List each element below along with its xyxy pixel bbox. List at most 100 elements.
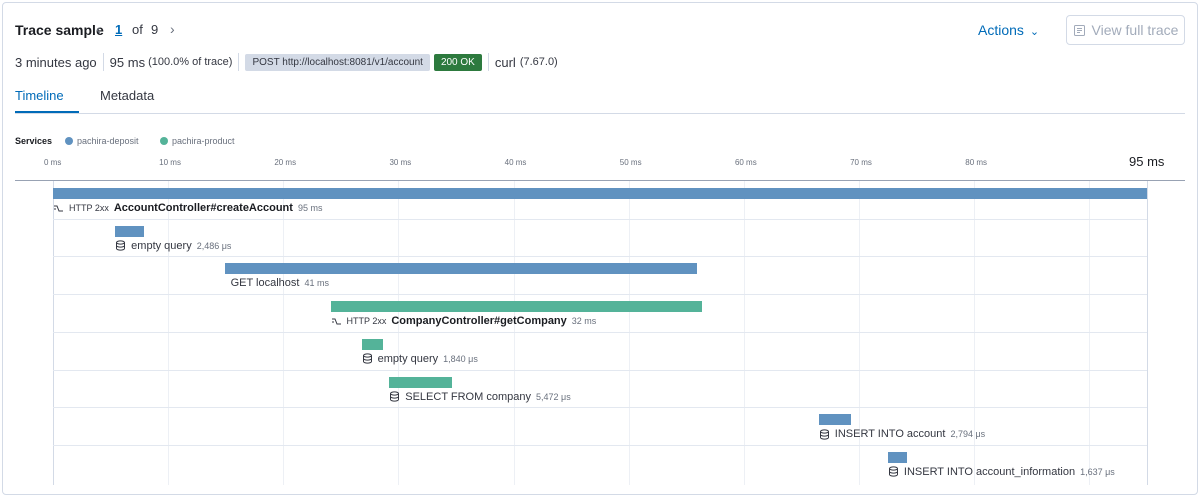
divider: [102, 53, 104, 71]
database-icon: [115, 240, 126, 251]
row-divider: [53, 294, 1147, 296]
trace-duration: 95 ms: [109, 54, 146, 70]
span-name: empty query: [377, 352, 439, 365]
span-label[interactable]: GET localhost 41 ms: [231, 277, 329, 289]
tabs-divider: [15, 113, 1185, 114]
row-divider: [53, 407, 1147, 409]
gridline: [743, 181, 745, 485]
transaction-icon: [331, 316, 342, 327]
http-status-label: HTTP 2xx: [346, 316, 387, 327]
axis-tick-label: 20 ms: [274, 158, 297, 167]
span-bar[interactable]: [224, 263, 697, 275]
span-duration: 5,472 μs: [535, 391, 571, 402]
status-badge: 200 OK: [433, 53, 482, 71]
database-icon: [819, 429, 830, 440]
service-color-dot: [160, 137, 168, 145]
trace-duration-pct: (100.0% of trace): [148, 56, 233, 68]
span-name: AccountController#createAccount: [113, 202, 293, 214]
gridline: [628, 181, 630, 485]
span-bar[interactable]: [53, 188, 1147, 199]
span-bar[interactable]: [389, 376, 453, 388]
row-divider: [53, 218, 1147, 220]
http-status-label: HTTP 2xx: [69, 203, 109, 213]
pager-current[interactable]: 1: [115, 22, 122, 37]
span-name: SELECT FROM company: [405, 390, 531, 403]
row-divider: [53, 331, 1147, 333]
axis-tick-label: 70 ms: [850, 158, 872, 167]
legend-item-pachira-deposit: pachira-deposit: [65, 136, 139, 146]
legend-service-name: pachira-product: [172, 136, 235, 146]
database-icon: [888, 466, 899, 477]
next-page-icon[interactable]: ›: [170, 21, 175, 37]
span-duration: 1,840 μs: [443, 353, 478, 364]
row-divider: [53, 444, 1147, 446]
span-duration: 2,794 μs: [950, 429, 986, 440]
services-legend-label: Services: [15, 136, 53, 146]
row-divider: [53, 256, 1147, 258]
span-bar[interactable]: [115, 225, 144, 237]
user-agent: curl: [494, 54, 516, 70]
span-label[interactable]: INSERT INTO account 2,794 μs: [819, 428, 985, 440]
span-label[interactable]: empty query 1,840 μs: [362, 353, 478, 365]
pager-of-label: of: [132, 22, 143, 37]
timeline-right-edge: [1147, 181, 1148, 485]
axis-tick-label: 0 ms: [44, 158, 62, 167]
axis-tick-label: 30 ms: [389, 158, 412, 167]
span-name: INSERT INTO account_information: [903, 465, 1076, 478]
pager-total: 9: [151, 22, 159, 37]
span-duration: 2,486 μs: [196, 240, 232, 251]
span-bar[interactable]: [818, 414, 851, 426]
database-icon: [362, 353, 373, 364]
gridline: [1089, 181, 1091, 485]
axis-total-label: 95 ms: [1129, 154, 1165, 169]
view-full-trace-button[interactable]: View full trace: [1066, 15, 1185, 45]
span-duration: 32 ms: [571, 316, 597, 327]
tab-timeline[interactable]: Timeline: [15, 88, 64, 103]
time-ago: 3 minutes ago: [15, 54, 97, 70]
span-name: INSERT INTO account: [834, 428, 946, 441]
service-color-dot: [65, 137, 73, 145]
request-url-badge: POST http://localhost:8081/v1/account: [245, 53, 430, 71]
span-duration: 95 ms: [297, 203, 323, 213]
span-duration: 41 ms: [304, 278, 329, 289]
view-full-trace-label: View full trace: [1091, 22, 1179, 38]
axis-tick-label: 40 ms: [504, 158, 527, 167]
document-icon: [1073, 24, 1085, 36]
span-bar[interactable]: [887, 451, 907, 463]
divider: [238, 53, 240, 71]
previous-page-icon[interactable]: ‹: [96, 21, 101, 37]
row-divider: [53, 369, 1147, 371]
user-agent-version: (7.67.0): [519, 56, 558, 68]
legend-item-pachira-product: pachira-product: [160, 136, 235, 146]
axis-tick-label: 50 ms: [619, 158, 642, 167]
actions-button[interactable]: Actions ⌄: [978, 22, 1039, 38]
span-label[interactable]: INSERT INTO account_information 1,637 μs: [888, 466, 1115, 478]
gridline: [398, 181, 400, 485]
database-icon: [389, 391, 400, 402]
trace-summary: 3 minutes ago 95 ms (100.0% of trace) PO…: [15, 52, 558, 72]
span-label[interactable]: HTTP 2xx CompanyController#getCompany 32 m…: [331, 315, 597, 328]
span-bar[interactable]: [361, 338, 383, 350]
panel-title: Trace sample: [15, 22, 104, 38]
span-duration: 1,637 μs: [1080, 466, 1115, 477]
axis-tick-label: 60 ms: [734, 158, 757, 167]
transaction-icon: [53, 203, 64, 214]
span-name: GET localhost: [230, 277, 300, 290]
legend-service-name: pachira-deposit: [77, 136, 139, 146]
span-label[interactable]: SELECT FROM company 5,472 μs: [389, 390, 571, 403]
span-bar[interactable]: [330, 301, 703, 313]
span-label[interactable]: HTTP 2xx AccountController#createAccount 9…: [53, 202, 322, 214]
gridline: [283, 181, 285, 485]
span-label[interactable]: empty query 2,486 μs: [115, 240, 231, 252]
chevron-down-icon: ⌄: [1029, 26, 1040, 38]
axis-tick-label: 80 ms: [965, 158, 988, 167]
span-name: CompanyController#getCompany: [391, 315, 567, 328]
timeline-left-edge: [53, 181, 54, 485]
gridline: [513, 181, 515, 485]
gridline: [168, 181, 170, 485]
axis-line: [15, 180, 1185, 181]
span-name: empty query: [131, 239, 192, 252]
actions-label: Actions: [978, 22, 1024, 38]
divider: [487, 53, 489, 71]
tab-metadata[interactable]: Metadata: [100, 88, 154, 103]
